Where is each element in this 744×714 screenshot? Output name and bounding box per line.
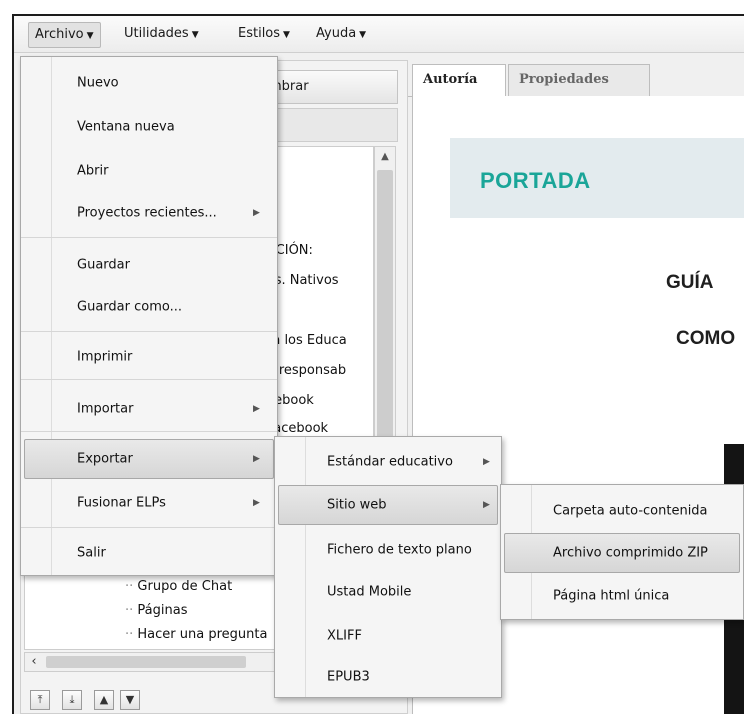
menu-ayuda[interactable]: Ayuda ▼ [310, 22, 372, 46]
menu-item-label: Guardar como... [77, 299, 182, 315]
menu-item-label: Importar [77, 401, 134, 417]
tree-node-label: Hacer una pregunta [137, 627, 268, 642]
menu-item-xliff[interactable]: XLIFF [275, 617, 501, 655]
menu-item-carpeta-auto-contenida[interactable]: Carpeta auto-contenida [501, 491, 743, 531]
menu-item-salir[interactable]: Salir [21, 535, 277, 571]
menu-item-estandar-educativo[interactable]: Estándar educativo ▶ [275, 443, 501, 481]
tree-node[interactable]: ·· Páginas [125, 603, 187, 618]
menu-item-pagina-html-unica[interactable]: Página html única [501, 577, 743, 615]
chevron-down-icon: ▼ [359, 30, 367, 40]
outline-toolbar [262, 108, 398, 142]
section-title: PORTADA [480, 168, 591, 193]
chevron-up-icon[interactable]: ▲ [374, 146, 396, 168]
menu-estilos-label: Estilos [238, 26, 281, 41]
submenu-arrow-icon: ▶ [253, 454, 260, 464]
tree-node-label: Páginas [137, 603, 188, 618]
menu-item-label: Salir [77, 545, 106, 561]
rename-button[interactable]: mbrar [262, 70, 398, 104]
move-top-icon[interactable]: ⤒ [30, 690, 50, 710]
exportar-submenu: Estándar educativo ▶ Sitio web ▶ Fichero d… [274, 436, 502, 698]
menu-item-guardar[interactable]: Guardar [21, 247, 277, 283]
menu-item-label: Ustad Mobile [327, 584, 412, 600]
move-up-icon[interactable]: ▲ [94, 690, 114, 710]
menu-item-archivo-comprimido-zip[interactable]: Archivo comprimido ZIP [504, 533, 740, 573]
menu-item-label: Estándar educativo [327, 454, 453, 470]
menu-item-ustad-mobile[interactable]: Ustad Mobile [275, 573, 501, 611]
archivo-menu: Nuevo Ventana nueva Abrir Proyectos reci… [20, 56, 278, 576]
menu-item-label: Carpeta auto-contenida [553, 503, 708, 519]
menu-item-proyectos-recientes[interactable]: Proyectos recientes... ▶ [21, 195, 277, 231]
menu-item-label: Guardar [77, 257, 130, 273]
menu-item-label: XLIFF [327, 628, 362, 644]
menu-item-label: Sitio web [327, 497, 387, 513]
sitio-web-submenu: Carpeta auto-contenida Archivo comprimid… [500, 484, 744, 620]
submenu-arrow-icon: ▶ [483, 500, 490, 510]
submenu-arrow-icon: ▶ [253, 498, 260, 508]
tree-node-label: Grupo de Chat [137, 579, 233, 594]
menu-item-nuevo[interactable]: Nuevo [21, 65, 277, 101]
menu-utilidades[interactable]: Utilidades ▼ [118, 22, 205, 46]
menu-item-label: Imprimir [77, 349, 133, 365]
menu-item-label: Abrir [77, 163, 109, 179]
menu-item-label: Ventana nueva [77, 119, 175, 135]
menu-ayuda-label: Ayuda [316, 26, 357, 41]
menu-item-label: Nuevo [77, 75, 119, 91]
move-down-icon[interactable]: ▼ [120, 690, 140, 710]
menu-item-ventana-nueva[interactable]: Ventana nueva [21, 109, 277, 145]
document-heading: GUÍA [666, 272, 714, 293]
tab-propiedades[interactable]: Propiedades [508, 64, 650, 96]
tab-autoria[interactable]: Autoría [412, 64, 506, 96]
menu-archivo[interactable]: Archivo ▼ [28, 22, 101, 48]
submenu-arrow-icon: ▶ [253, 404, 260, 414]
menu-item-label: Exportar [77, 451, 133, 467]
menu-archivo-label: Archivo [35, 27, 84, 42]
menu-item-sitio-web[interactable]: Sitio web ▶ [278, 485, 498, 525]
menu-item-fusionar-elps[interactable]: Fusionar ELPs ▶ [21, 485, 277, 521]
chevron-down-icon: ▼ [283, 30, 290, 40]
submenu-arrow-icon: ▶ [483, 457, 490, 467]
menubar: Archivo ▼ Utilidades ▼ Estilos ▼ Ayuda ▼ [14, 16, 744, 53]
menu-item-exportar[interactable]: Exportar ▶ [24, 439, 274, 479]
menu-item-guardar-como[interactable]: Guardar como... [21, 289, 277, 325]
chevron-down-icon: ▼ [86, 31, 94, 41]
chevron-down-icon: ▼ [191, 30, 199, 40]
tree-node[interactable]: ra los Educa [267, 333, 347, 348]
menu-item-importar[interactable]: Importar ▶ [21, 391, 277, 427]
menu-item-fichero-texto-plano[interactable]: Fichero de texto plano [275, 531, 501, 569]
tree-node[interactable]: y responsab [267, 363, 346, 378]
menu-item-epub3[interactable]: EPUB3 [275, 659, 501, 695]
menu-item-label: Página html única [553, 588, 670, 604]
menu-estilos[interactable]: Estilos ▼ [232, 22, 296, 46]
move-bottom-icon[interactable]: ⤓ [62, 690, 82, 710]
menu-item-label: EPUB3 [327, 669, 370, 685]
tree-node[interactable]: ·· Hacer una pregunta [125, 627, 267, 642]
menu-item-label: Fusionar ELPs [77, 495, 166, 511]
horizontal-scroll-thumb[interactable] [46, 656, 246, 668]
document-heading: COMO [676, 328, 736, 349]
menu-item-label: Archivo comprimido ZIP [553, 545, 708, 561]
menu-item-abrir[interactable]: Abrir [21, 153, 277, 189]
chevron-left-icon[interactable]: ‹ [24, 652, 44, 672]
submenu-arrow-icon: ▶ [253, 208, 260, 218]
tree-node[interactable]: ·· Grupo de Chat [125, 579, 232, 594]
menu-utilidades-label: Utilidades [124, 26, 189, 41]
menu-item-imprimir[interactable]: Imprimir [21, 339, 277, 375]
menu-item-label: Proyectos recientes... [77, 205, 217, 221]
vertical-scroll-thumb[interactable] [377, 170, 393, 470]
menu-item-label: Fichero de texto plano [327, 542, 472, 558]
